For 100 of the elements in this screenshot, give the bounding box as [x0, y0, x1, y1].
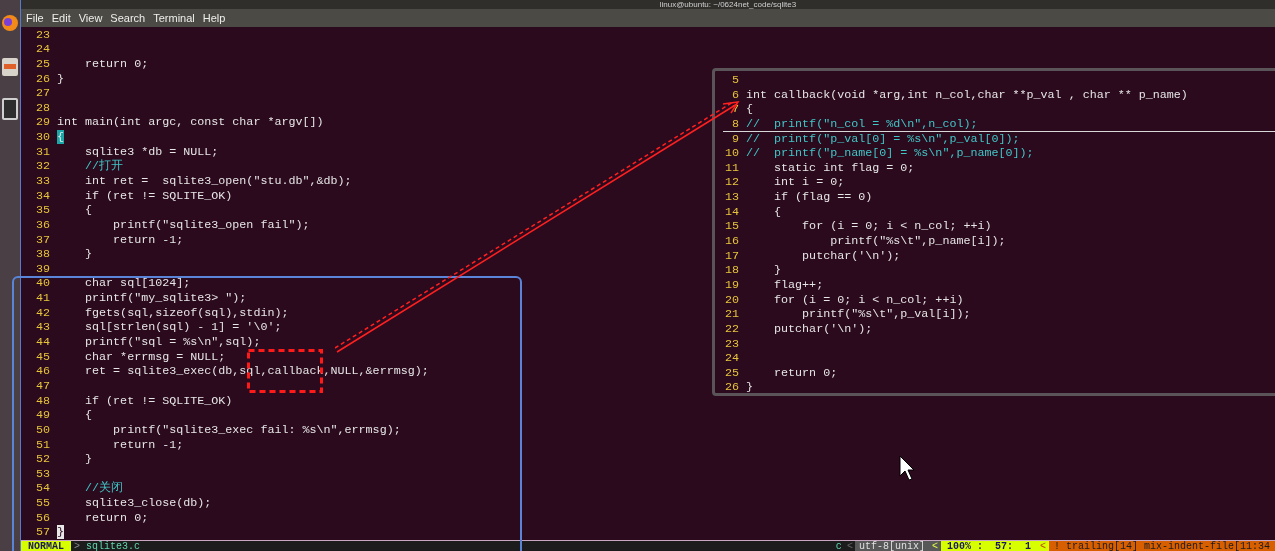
line-number: 23 [723, 336, 739, 352]
menu-item[interactable]: View [78, 9, 103, 27]
line-number: 40 [34, 276, 50, 292]
line-number: 54 [34, 481, 50, 497]
mode-indicator: NORMAL [21, 541, 71, 551]
file-name: sqlite3.c [85, 541, 142, 551]
line-number: 30 [34, 130, 50, 145]
line-number: 48 [34, 393, 50, 409]
code-line: } [746, 380, 753, 393]
line-number: 56 [34, 510, 50, 526]
line-number: 38 [34, 247, 50, 262]
line-number: 57 [34, 525, 50, 540]
code-line: } [57, 71, 64, 87]
code-line: int callback(void *arg,int n_col,char **p_val , char ** p_name) [746, 87, 1188, 103]
code-line: for (i = 0; i < n_col; ++i) [801, 219, 992, 235]
line-number: 45 [34, 349, 50, 365]
code-line: return 0; [773, 365, 838, 381]
code-line: { [746, 102, 753, 117]
line-number: 37 [34, 232, 50, 248]
code-line: printf("%s\t",p_val[i]); [801, 307, 971, 322]
code-line: if (ret != SQLITE_OK) [84, 393, 233, 409]
files-icon[interactable] [2, 56, 18, 78]
code-line: putchar('\n'); [801, 248, 901, 264]
line-number: 11 [723, 160, 739, 176]
encoding: utf-8[unix] [854, 541, 929, 551]
separator: < [931, 541, 938, 551]
line-number: 13 [723, 190, 739, 205]
code-line: printf("%s\t",p_name[i]); [829, 234, 1006, 249]
code-comment: //打开 [84, 159, 124, 174]
line-number: 25 [723, 365, 739, 381]
line-number: 25 [34, 56, 50, 72]
cursor-position: 100% : 57: 1 [940, 541, 1037, 551]
code-line: sqlite3 *db = NULL; [84, 144, 219, 159]
code-line: fgets(sql,sizeof(sql),stdin); [84, 305, 289, 321]
code-line: for (i = 0; i < n_col; ++i) [773, 292, 964, 308]
line-number: 35 [34, 203, 50, 218]
line-number: 15 [723, 219, 739, 235]
code-line: printf("sql = %s\n",sql); [84, 335, 261, 350]
file-type: c [834, 541, 843, 551]
line-number: 33 [34, 174, 50, 189]
code-line: return -1; [112, 232, 184, 248]
line-number: 47 [34, 378, 50, 394]
line-number: 20 [723, 292, 739, 308]
separator: < [1039, 541, 1046, 551]
line-number: 6 [731, 87, 739, 103]
line-number: 32 [34, 159, 50, 174]
menu-item[interactable]: Help [202, 9, 226, 27]
line-number: 16 [723, 234, 739, 249]
line-number: 50 [34, 422, 50, 438]
mouse-pointer-icon [899, 455, 915, 481]
code-line: return 0; [84, 510, 149, 526]
menu-item[interactable]: Search [110, 9, 146, 27]
line-number: 52 [34, 452, 50, 467]
code-line: static int flag = 0; [773, 160, 915, 176]
line-number: 53 [34, 466, 50, 482]
terminal-icon[interactable] [2, 98, 18, 120]
code-comment: //关闭 [84, 481, 124, 497]
menu-item[interactable]: Edit [51, 9, 71, 27]
line-number: 28 [34, 100, 50, 116]
window-title: linux@ubuntu: ~/0624net_code/sqlite3 [659, 0, 797, 9]
code-line: } [773, 263, 782, 278]
line-number: 27 [34, 86, 50, 101]
code-line: } [84, 452, 93, 467]
line-number: 21 [723, 307, 739, 322]
line-number: 43 [34, 320, 50, 336]
line-number: 44 [34, 335, 50, 350]
line-number: 29 [34, 115, 50, 131]
code-line: sqlite3_close(db); [84, 496, 212, 511]
code-line: if (flag == 0) [773, 190, 873, 205]
warnings: ! trailing[14] mix-indent-file[11:34 [1048, 541, 1275, 551]
line-number: 14 [723, 204, 739, 220]
line-number: 23 [34, 27, 50, 43]
menu-item[interactable]: File [26, 9, 44, 27]
code-line: } [84, 247, 93, 262]
code-line: if (ret != SQLITE_OK) [84, 188, 233, 204]
line-number: 36 [34, 217, 50, 233]
line-number: 9 [731, 131, 739, 147]
code-line: char *errmsg = NULL; [84, 349, 226, 365]
code-line: { [84, 203, 93, 218]
code-line: sql[strlen(sql) - 1] = '\0'; [84, 320, 282, 336]
line-number: 41 [34, 291, 50, 306]
code-line: int i = 0; [773, 175, 845, 191]
code-line: printf("my_sqlite3> "); [84, 291, 247, 306]
line-number: 24 [723, 351, 739, 366]
line-number: 18 [723, 263, 739, 278]
menu-item[interactable]: Terminal [153, 9, 195, 27]
line-number: 55 [34, 496, 50, 511]
code-line: return 0; [84, 56, 149, 72]
line-number: 19 [723, 277, 739, 293]
line-number: 46 [34, 364, 50, 379]
line-number: 5 [731, 73, 739, 88]
code-line: { [773, 204, 782, 220]
line-number: 42 [34, 305, 50, 321]
code-line: return -1; [112, 437, 184, 453]
line-number: 26 [34, 71, 50, 87]
line-number: 12 [723, 175, 739, 191]
line-number: 51 [34, 437, 50, 453]
code-comment: // printf("p_val[0] = %s\n",p_val[0]); [746, 131, 1020, 147]
line-number: 26 [723, 380, 739, 393]
code-line: flag++; [773, 277, 824, 293]
